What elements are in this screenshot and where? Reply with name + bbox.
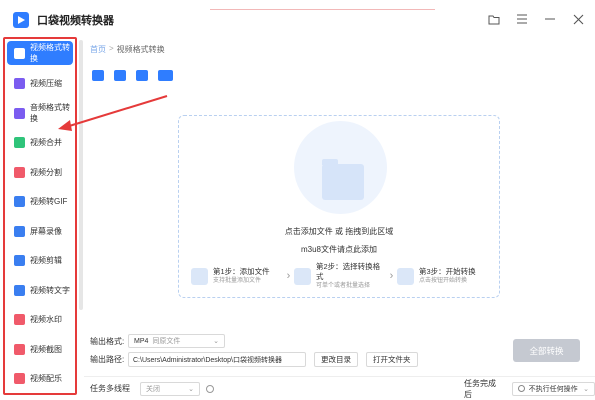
multithread-label: 任务多线程 bbox=[90, 384, 130, 393]
output-format-row: 输出格式: MP4 同原文件 ⌄ bbox=[90, 334, 225, 348]
sidebar-item-record[interactable]: 屏幕录像 bbox=[7, 217, 73, 247]
sidebar-item-label: 视频配乐 bbox=[30, 374, 62, 384]
sidebar-item-video-convert[interactable]: 视频格式转换 bbox=[7, 41, 73, 65]
split-icon bbox=[14, 166, 25, 178]
step-3: 第3步：开始转换 点击按钮开始转换 bbox=[396, 264, 489, 288]
merge-icon bbox=[14, 137, 25, 149]
text-icon bbox=[14, 284, 25, 296]
decorative-line bbox=[210, 9, 435, 10]
audio-icon bbox=[14, 107, 25, 119]
clock-icon bbox=[517, 385, 525, 392]
chevron-down-icon: ⌄ bbox=[213, 338, 219, 345]
step-title: 第3步：开始转换 bbox=[418, 267, 476, 276]
title-bar: 口袋视频转换器 bbox=[0, 0, 595, 40]
output-path-row: 输出路径: C:\Users\Administrator\Desktop\口袋视… bbox=[90, 352, 418, 367]
convert-all-button[interactable]: 全部转换 bbox=[513, 339, 580, 362]
m3u8-hint[interactable]: m3u8文件请点此添加 bbox=[179, 244, 499, 255]
change-directory-button[interactable]: 更改目录 bbox=[314, 352, 358, 367]
add-file-icon[interactable] bbox=[92, 70, 104, 81]
step-subtitle: 支持批量添加文件 bbox=[213, 278, 262, 284]
m3u8-icon[interactable] bbox=[158, 70, 173, 81]
sidebar-item-label: 视频合并 bbox=[30, 138, 62, 148]
sidebar-item-audio[interactable]: 音频格式转换 bbox=[7, 99, 73, 129]
record-icon bbox=[14, 225, 25, 237]
step-2: 第2步：选择转换格式 可单个或者批量选择 bbox=[293, 262, 386, 289]
compress-icon bbox=[14, 78, 25, 90]
sidebar-item-label: 视频截图 bbox=[30, 344, 62, 354]
file-drop-zone[interactable]: 点击添加文件 或 拖拽到此区域 m3u8文件请点此添加 第1步：添加文件 支持批… bbox=[178, 115, 500, 298]
sidebar-item-merge[interactable]: 视频合并 bbox=[7, 128, 73, 158]
chevron-down-icon: ⌄ bbox=[583, 385, 589, 393]
step-title: 第2步：选择转换格式 bbox=[315, 262, 381, 281]
breadcrumb-separator: > bbox=[109, 44, 114, 53]
folder-illustration-icon bbox=[322, 159, 364, 200]
output-path-field[interactable]: C:\Users\Administrator\Desktop\口袋视频转换器 bbox=[128, 352, 306, 367]
drop-hint: 点击添加文件 或 拖拽到此区域 bbox=[284, 227, 394, 236]
sidebar-item-split[interactable]: 视频分割 bbox=[7, 158, 73, 188]
gif-icon bbox=[14, 196, 25, 208]
sidebar-scrollbar[interactable] bbox=[79, 40, 83, 310]
play-logo-icon bbox=[13, 12, 29, 28]
step-subtitle: 可单个或者批量选择 bbox=[315, 283, 370, 289]
sidebar-item-text[interactable]: 视频转文字 bbox=[7, 276, 73, 306]
sidebar-item-label: 屏幕录像 bbox=[30, 226, 62, 236]
breadcrumb-current: 视频格式转换 bbox=[116, 45, 165, 54]
menu-icon[interactable] bbox=[515, 12, 529, 26]
minimize-icon[interactable] bbox=[543, 12, 557, 26]
step-title: 第1步：添加文件 bbox=[213, 267, 270, 276]
sidebar-item-label: 视频转GIF bbox=[30, 197, 68, 207]
multithread-value: 关闭 bbox=[146, 385, 160, 393]
sidebar: 视频格式转换视频压缩音频格式转换视频合并视频分割视频转GIF 屏幕录像视频剪辑视频… bbox=[3, 37, 77, 395]
app-title: 口袋视频转换器 bbox=[37, 15, 114, 27]
after-done-label: 任务完成后 bbox=[464, 378, 496, 399]
step-format-icon bbox=[293, 267, 311, 285]
chevron-right-icon: › bbox=[389, 270, 394, 282]
chevron-right-icon: › bbox=[286, 270, 291, 282]
sidebar-item-label: 视频分割 bbox=[30, 167, 62, 177]
chevron-down-icon: ⌄ bbox=[188, 385, 194, 393]
bottom-bar: 任务多线程 关闭 ⌄ 任务完成后 不执行任何操作 ⌄ bbox=[84, 376, 595, 400]
format-value: MP4 bbox=[134, 337, 149, 345]
info-icon[interactable] bbox=[206, 384, 214, 393]
step-add-icon bbox=[191, 267, 208, 285]
output-format-label: 输出格式: bbox=[90, 336, 125, 346]
screenshot-icon bbox=[14, 343, 25, 355]
steps: 第1步：添加文件 支持批量添加文件 › 第2步：选择转换格式 可单个或者批量选择… bbox=[191, 262, 489, 289]
edit-icon bbox=[14, 255, 25, 267]
sidebar-item-watermark[interactable]: 视频水印 bbox=[7, 305, 73, 335]
output-format-select[interactable]: MP4 同原文件 ⌄ bbox=[128, 334, 225, 348]
sidebar-item-edit[interactable]: 视频剪辑 bbox=[7, 246, 73, 276]
step-subtitle: 点击按钮开始转换 bbox=[418, 278, 467, 284]
music-icon bbox=[14, 373, 25, 385]
sidebar-item-label: 音频格式转换 bbox=[30, 103, 70, 124]
add-folder-icon[interactable] bbox=[114, 70, 126, 81]
breadcrumb: 首页 > 视频格式转换 bbox=[90, 44, 165, 55]
sidebar-item-compress[interactable]: 视频压缩 bbox=[7, 69, 73, 99]
sidebar-item-screenshot[interactable]: 视频截图 bbox=[7, 335, 73, 365]
sidebar-item-gif[interactable]: 视频转GIF bbox=[7, 187, 73, 217]
after-done-value: 不执行任何操作 bbox=[528, 385, 578, 393]
sidebar-item-label: 视频剪辑 bbox=[30, 256, 62, 266]
folder-icon[interactable] bbox=[487, 12, 501, 26]
sidebar-item-label: 视频格式转换 bbox=[30, 43, 70, 63]
format-quality: 同原文件 bbox=[152, 338, 181, 345]
after-done-select[interactable]: 不执行任何操作 ⌄ bbox=[511, 381, 595, 396]
breadcrumb-home[interactable]: 首页 bbox=[90, 44, 106, 55]
sidebar-item-label: 视频压缩 bbox=[30, 79, 62, 89]
clear-icon[interactable] bbox=[136, 70, 148, 81]
multithread-select[interactable]: 关闭 ⌄ bbox=[140, 381, 200, 396]
step-convert-icon bbox=[396, 267, 414, 285]
toolbar bbox=[92, 70, 173, 81]
sidebar-item-music[interactable]: 视频配乐 bbox=[7, 364, 73, 394]
output-path-label: 输出路径: bbox=[90, 355, 125, 364]
sidebar-item-label: 视频水印 bbox=[30, 315, 62, 325]
watermark-icon bbox=[14, 314, 25, 326]
sidebar-item-label: 视频转文字 bbox=[30, 285, 70, 295]
close-icon[interactable] bbox=[571, 12, 585, 26]
open-folder-button[interactable]: 打开文件夹 bbox=[366, 352, 418, 367]
step-1: 第1步：添加文件 支持批量添加文件 bbox=[191, 264, 283, 288]
video-convert-icon bbox=[14, 47, 25, 59]
